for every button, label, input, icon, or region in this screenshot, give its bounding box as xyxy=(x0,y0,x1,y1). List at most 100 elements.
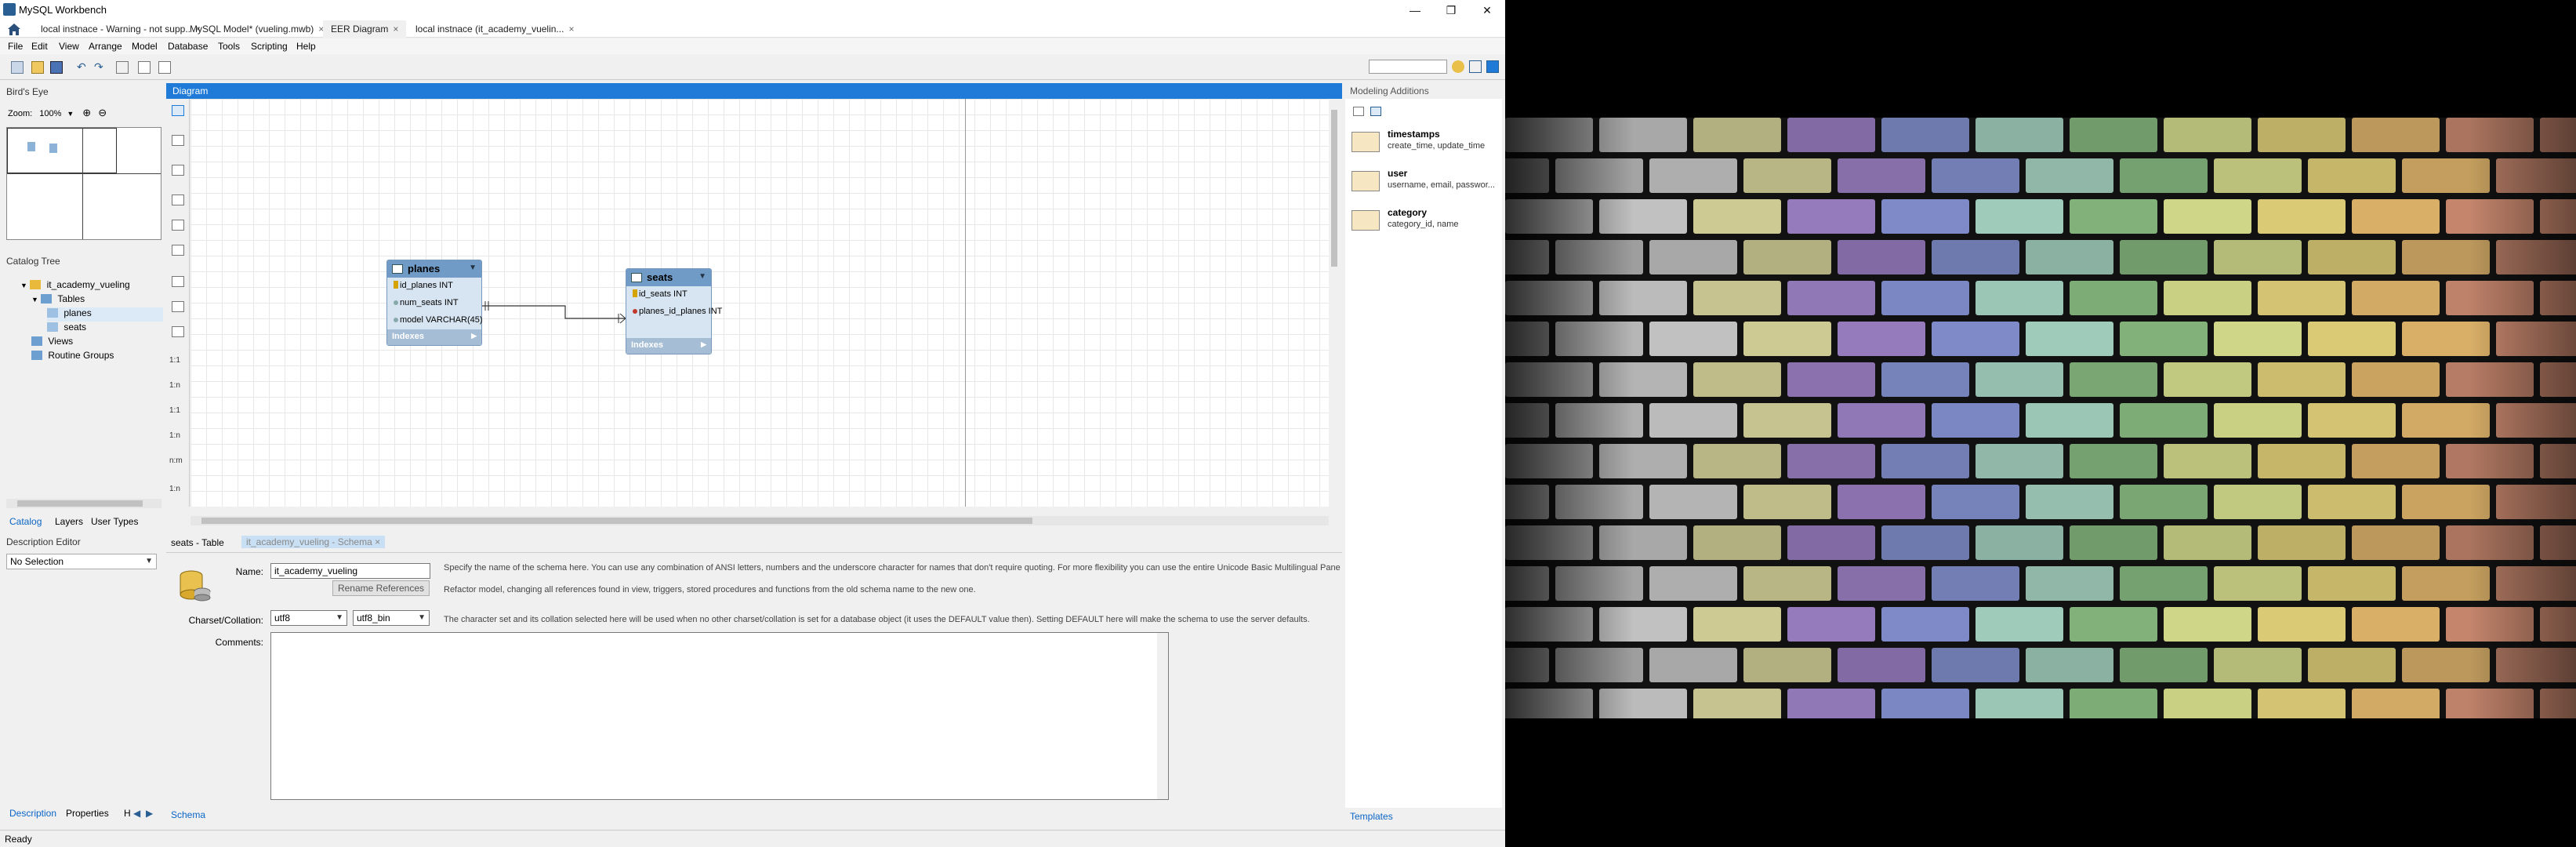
tab-templates[interactable]: Templates xyxy=(1350,811,1393,822)
menu-edit[interactable]: Edit xyxy=(31,41,48,52)
relationship-1-1-id-icon[interactable]: 1:1 xyxy=(169,406,180,415)
column-row[interactable]: num_seats INT xyxy=(387,295,481,312)
relationship-n-m-icon[interactable]: n:m xyxy=(169,456,183,465)
scrollbar-thumb[interactable] xyxy=(201,518,1032,524)
tab-catalog[interactable]: Catalog xyxy=(9,516,42,527)
tab-history[interactable]: H xyxy=(124,808,131,819)
save-model-icon[interactable] xyxy=(50,61,63,74)
chevron-down-icon[interactable]: ▼ xyxy=(336,613,343,622)
view-tool-icon[interactable] xyxy=(172,301,184,312)
new-model-icon[interactable] xyxy=(11,61,24,74)
layer-tool-icon[interactable] xyxy=(172,194,184,205)
tab-scroll-left-icon[interactable]: ◀ xyxy=(133,808,140,819)
diagram-vertical-scrollbar[interactable] xyxy=(1329,99,1340,514)
column-row[interactable]: id_seats INT xyxy=(626,286,711,304)
tree-item-seats[interactable]: seats xyxy=(47,322,86,336)
table-tool-icon[interactable] xyxy=(172,276,184,287)
addition-user[interactable]: user username, email, passwor... xyxy=(1350,166,1499,201)
relationship-1-1-icon[interactable]: 1:1 xyxy=(169,356,180,365)
templates-icon[interactable] xyxy=(1353,107,1364,116)
collation-select[interactable]: utf8_bin ▼ xyxy=(353,610,430,626)
tab-mysql-model[interactable]: MySQL Model* (vueling.mwb) × xyxy=(182,20,332,38)
toggle-grid-icon[interactable] xyxy=(116,61,129,74)
menu-arrange[interactable]: Arrange xyxy=(89,41,122,52)
schema-name-input[interactable]: it_academy_vueling xyxy=(270,563,430,579)
tab-description[interactable]: Description xyxy=(9,808,56,819)
column-row[interactable]: model VARCHAR(45) xyxy=(387,312,483,329)
diagram-canvas[interactable]: planes ▼ id_planes INT num_seats INT mod… xyxy=(190,99,1329,507)
chevron-down-icon[interactable]: ▼ xyxy=(67,110,74,118)
toggle-sidebar-icon[interactable] xyxy=(1469,60,1482,73)
toggle-secondary-sidebar-icon[interactable] xyxy=(1486,60,1499,73)
image-tool-icon[interactable] xyxy=(172,245,184,256)
tab-local-instance-schema[interactable]: local instnace (it_academy_vuelin... × xyxy=(408,20,582,38)
close-tab-icon[interactable]: × xyxy=(375,536,380,547)
table-header[interactable]: planes ▼ xyxy=(387,260,481,278)
chevron-down-icon[interactable]: ▼ xyxy=(145,557,153,565)
tab-schema-editor[interactable]: it_academy_vueling - Schema × xyxy=(241,536,386,548)
column-row[interactable]: id_planes INT xyxy=(387,278,481,295)
column-row[interactable]: planes_id_planes INT xyxy=(626,304,722,321)
er-table-planes[interactable]: planes ▼ id_planes INT num_seats INT mod… xyxy=(386,260,483,346)
addition-timestamps[interactable]: timestamps create_time, update_time xyxy=(1350,127,1499,162)
tree-views[interactable]: Views xyxy=(31,336,73,350)
routine-group-tool-icon[interactable] xyxy=(172,326,184,337)
diagram-horizontal-scrollbar[interactable] xyxy=(190,516,1329,525)
menu-model[interactable]: Model xyxy=(132,41,158,52)
home-icon[interactable] xyxy=(6,22,22,36)
relationship-1-n-id-icon[interactable]: 1:n xyxy=(169,431,180,440)
zoom-out-icon[interactable]: ⊖ xyxy=(98,107,107,118)
addition-category[interactable]: category category_id, name xyxy=(1350,205,1499,240)
menu-help[interactable]: Help xyxy=(296,41,316,52)
hand-tool-icon[interactable] xyxy=(172,135,184,146)
chevron-down-icon[interactable]: ▼ xyxy=(31,296,38,304)
restore-icon[interactable]: ❐ xyxy=(1433,0,1469,20)
zoom-in-icon[interactable]: ⊕ xyxy=(82,107,91,118)
open-model-icon[interactable] xyxy=(31,61,44,74)
rename-references-button[interactable]: Rename References xyxy=(332,580,430,596)
relationship-1-n-icon[interactable]: 1:n xyxy=(169,381,180,390)
close-icon[interactable]: ✕ xyxy=(1469,0,1505,20)
collapse-icon[interactable]: ▼ xyxy=(698,272,706,281)
indexes-section[interactable]: Indexes ▶ xyxy=(626,338,711,354)
eraser-icon[interactable] xyxy=(172,165,184,176)
close-tab-icon[interactable]: × xyxy=(393,24,398,35)
menu-database[interactable]: Database xyxy=(168,41,208,52)
er-table-seats[interactable]: seats ▼ id_seats INT planes_id_planes IN… xyxy=(626,268,722,354)
minimize-icon[interactable]: — xyxy=(1397,0,1433,20)
birds-eye-view[interactable] xyxy=(6,127,161,240)
export-icon[interactable] xyxy=(158,61,171,74)
tab-schema[interactable]: Schema xyxy=(171,809,205,820)
select-pointer-icon[interactable] xyxy=(172,105,184,116)
chevron-down-icon[interactable]: ▼ xyxy=(20,282,27,289)
description-object-select[interactable]: No Selection ▼ xyxy=(6,554,157,569)
viewport-frame[interactable] xyxy=(7,128,117,173)
zoom-select[interactable]: 100% xyxy=(39,109,64,118)
expand-icon[interactable]: ▶ xyxy=(471,332,477,340)
charset-select[interactable]: utf8 ▼ xyxy=(270,610,347,626)
table-header[interactable]: seats ▼ xyxy=(626,269,711,286)
relationship-existing-columns-icon[interactable]: 1:n xyxy=(169,485,180,493)
tab-scroll-right-icon[interactable]: ▶ xyxy=(146,808,153,819)
scrollbar-thumb[interactable] xyxy=(17,500,143,507)
relationship-line[interactable] xyxy=(190,99,1329,507)
search-icon[interactable] xyxy=(1452,60,1464,73)
tree-tables[interactable]: ▼ Tables xyxy=(31,293,85,307)
menu-tools[interactable]: Tools xyxy=(218,41,240,52)
menu-view[interactable]: View xyxy=(59,41,79,52)
list-view-icon[interactable] xyxy=(1370,107,1381,116)
tab-layers[interactable]: Layers xyxy=(55,516,83,527)
expand-icon[interactable]: ▶ xyxy=(701,340,706,349)
close-tab-icon[interactable]: × xyxy=(568,24,574,35)
toolbar-search-input[interactable] xyxy=(1369,60,1447,74)
page-setup-icon[interactable] xyxy=(138,61,151,74)
redo-icon[interactable]: ↷ xyxy=(94,61,107,74)
text-tool-icon[interactable] xyxy=(172,220,184,231)
tab-properties[interactable]: Properties xyxy=(66,808,109,819)
schema-comments-textarea[interactable] xyxy=(270,632,1169,800)
tree-schema[interactable]: ▼ it_academy_vueling xyxy=(20,279,130,293)
tree-item-planes[interactable]: planes xyxy=(47,307,163,322)
tab-user-types[interactable]: User Types xyxy=(91,516,138,527)
undo-icon[interactable]: ↶ xyxy=(77,61,89,74)
tree-routine-groups[interactable]: Routine Groups xyxy=(31,350,114,364)
